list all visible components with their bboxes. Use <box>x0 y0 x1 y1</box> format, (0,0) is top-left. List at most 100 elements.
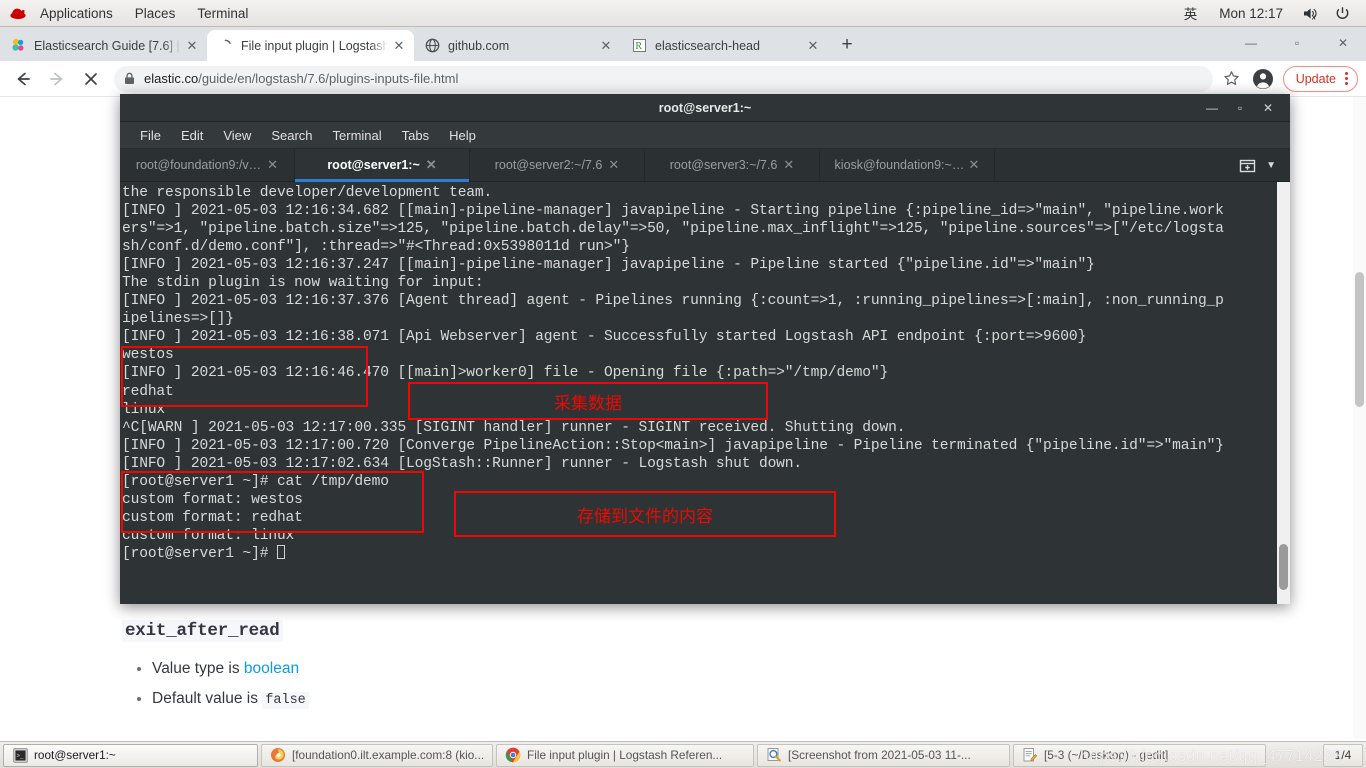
new-terminal-tab-icon[interactable] <box>1239 157 1256 174</box>
update-button-label: Update <box>1295 71 1336 86</box>
terminal-close-button[interactable]: ✕ <box>1254 96 1282 120</box>
browser-tab-title: elasticsearch-head <box>655 38 760 53</box>
boolean-type-link[interactable]: boolean <box>244 660 299 677</box>
stop-loading-button[interactable] <box>76 64 106 94</box>
terminal-tab-kiosk[interactable]: kiosk@foundation9:~… ✕ <box>820 149 995 181</box>
file-content-box <box>121 471 424 533</box>
terminal-window-controls: — ▫ ✕ <box>1198 96 1290 120</box>
terminal-icon: >_ <box>12 747 28 763</box>
url-path: /guide/en/logstash/7.6/plugins-inputs-fi… <box>198 71 459 86</box>
terminal-window: root@server1:~ — ▫ ✕ File Edit View Sear… <box>120 94 1290 604</box>
input-method-indicator[interactable]: 英 <box>1173 0 1209 27</box>
browser-tab-close[interactable]: ✕ <box>595 35 617 57</box>
browser-minimize-button[interactable]: — <box>1228 27 1274 59</box>
terminal-tab-label: root@server2:~/7.6 <box>494 158 603 172</box>
browser-maximize-button[interactable]: ▫ <box>1274 27 1320 59</box>
terminal-maximize-button[interactable]: ▫ <box>1226 96 1254 120</box>
globe-icon <box>424 38 440 54</box>
url-host: elastic.co <box>144 71 199 86</box>
terminal-tab-foundation9[interactable]: root@foundation9:/v… ✕ <box>120 149 295 181</box>
update-button[interactable]: Update <box>1282 65 1358 92</box>
list-item: Default value is false <box>152 684 1366 716</box>
redhat-logo-icon <box>9 5 27 21</box>
taskbar-item-terminal[interactable]: >_ root@server1:~ <box>3 743 258 767</box>
firefox-icon <box>270 747 286 763</box>
browser-tab-0[interactable]: Elasticsearch Guide [7.6] | ✕ <box>0 30 207 61</box>
bullet-text: Default value is <box>152 690 263 707</box>
terminal-tab-server2[interactable]: root@server2:~/7.6 ✕ <box>470 149 645 181</box>
terminal-menu-edit[interactable]: Edit <box>171 122 213 149</box>
taskbar-item-label: [5-3 (~/Desktop) - gedit] <box>1044 748 1169 762</box>
terminal-tab-close[interactable]: ✕ <box>783 157 794 173</box>
browser-tab-2[interactable]: github.com ✕ <box>414 30 621 61</box>
terminal-tab-label: kiosk@foundation9:~… <box>834 158 963 172</box>
terminal-scrollbar-thumb[interactable] <box>1279 544 1288 590</box>
browser-tab-close[interactable]: ✕ <box>802 35 824 57</box>
back-button[interactable] <box>8 64 38 94</box>
browser-tab-close[interactable]: ✕ <box>388 35 410 57</box>
taskbar-item-label: [foundation0.ilt.example.com:8 (kio... <box>292 748 485 762</box>
terminal-menu-view[interactable]: View <box>213 122 261 149</box>
clock[interactable]: Mon 12:17 <box>1208 0 1294 27</box>
taskbar-item-screenshot[interactable]: [Screenshot from 2021-05-03 11-... <box>757 743 1010 767</box>
gnome-menu-terminal[interactable]: Terminal <box>186 0 259 27</box>
default-value-code: false <box>262 692 309 709</box>
browser-window-controls: — ▫ ✕ <box>1228 27 1366 61</box>
browser-close-button[interactable]: ✕ <box>1320 27 1366 59</box>
taskbar-item-firefox[interactable]: [foundation0.ilt.example.com:8 (kio... <box>261 743 493 767</box>
profile-avatar-icon[interactable] <box>1249 65 1277 93</box>
gnome-menu-places[interactable]: Places <box>124 0 187 27</box>
new-tab-button[interactable]: + <box>833 31 861 59</box>
page-title: exit_after_read <box>122 620 283 642</box>
file-content-text: 存储到文件的内容 <box>577 506 713 527</box>
page-scrollbar[interactable] <box>1353 97 1366 739</box>
terminal-tab-close[interactable]: ✕ <box>267 157 278 173</box>
browser-tab-close[interactable]: ✕ <box>181 35 203 57</box>
terminal-tab-bar: root@foundation9:/v… ✕ root@server1:~ ✕ … <box>120 149 1290 182</box>
browser-tab-title: github.com <box>448 38 510 53</box>
workspace-pager[interactable]: 1/4 <box>1323 743 1363 767</box>
terminal-tab-label: root@server1:~ <box>327 158 420 172</box>
chevron-down-icon[interactable]: ▼ <box>1266 160 1276 171</box>
volume-muted-icon[interactable]: x <box>1294 0 1327 27</box>
desktop-taskbar: >_ root@server1:~ [foundation0.ilt.examp… <box>0 741 1366 768</box>
page-scrollbar-thumb[interactable] <box>1355 272 1364 407</box>
taskbar-item-chrome[interactable]: File input plugin | Logstash Referen... <box>496 743 754 767</box>
terminal-output-area[interactable]: the responsible developer/development te… <box>120 182 1290 604</box>
doc-bullet-list: Value type is boolean Default value is f… <box>152 654 1366 716</box>
browser-tab-1[interactable]: File input plugin | Logstash ✕ <box>207 30 414 61</box>
collected-data-label: 采集数据 <box>408 382 768 420</box>
browser-tab-title: File input plugin | Logstash <box>241 38 388 53</box>
taskbar-item-label: [Screenshot from 2021-05-03 11-... <box>788 748 971 762</box>
terminal-tab-server3[interactable]: root@server3:~/7.6 ✕ <box>645 149 820 181</box>
forward-button[interactable] <box>42 64 72 94</box>
terminal-tab-server1[interactable]: root@server1:~ ✕ <box>295 149 470 182</box>
terminal-menu-search[interactable]: Search <box>261 122 322 149</box>
browser-tab-strip: Elasticsearch Guide [7.6] | ✕ File input… <box>0 27 1366 61</box>
gnome-menu-applications[interactable]: Applications <box>29 0 124 27</box>
terminal-tab-close[interactable]: ✕ <box>426 157 437 173</box>
terminal-menubar: File Edit View Search Terminal Tabs Help <box>120 122 1290 149</box>
taskbar-item-label: root@server1:~ <box>34 748 116 762</box>
terminal-menu-help[interactable]: Help <box>439 122 486 149</box>
browser-tab-3[interactable]: R elasticsearch-head ✕ <box>621 30 828 61</box>
browser-toolbar: elastic.co/guide/en/logstash/7.6/plugins… <box>0 61 1366 97</box>
taskbar-item-gedit[interactable]: [5-3 (~/Desktop) - gedit] <box>1013 743 1266 767</box>
terminal-scrollbar[interactable] <box>1277 182 1290 604</box>
loading-icon <box>217 38 233 54</box>
power-icon[interactable] <box>1327 0 1358 27</box>
kebab-menu-icon[interactable] <box>1345 72 1348 85</box>
terminal-menu-terminal[interactable]: Terminal <box>323 122 392 149</box>
terminal-cursor <box>276 544 285 559</box>
svg-text:R: R <box>635 41 642 52</box>
terminal-tab-close[interactable]: ✕ <box>969 157 980 173</box>
file-content-label: 存储到文件的内容 <box>454 491 836 537</box>
bookmark-star-icon[interactable] <box>1219 66 1245 92</box>
terminal-titlebar[interactable]: root@server1:~ — ▫ ✕ <box>120 94 1290 122</box>
terminal-tab-close[interactable]: ✕ <box>608 157 619 173</box>
terminal-menu-file[interactable]: File <box>130 122 171 149</box>
address-bar[interactable]: elastic.co/guide/en/logstash/7.6/plugins… <box>114 65 1213 92</box>
terminal-minimize-button[interactable]: — <box>1198 96 1226 120</box>
list-item: Value type is boolean <box>152 654 1366 684</box>
terminal-menu-tabs[interactable]: Tabs <box>392 122 439 149</box>
